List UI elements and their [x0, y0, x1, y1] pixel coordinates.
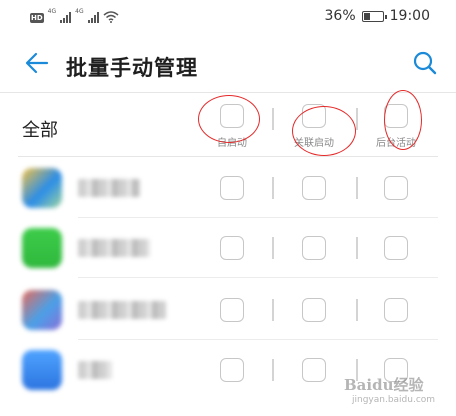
background-activity-checkbox[interactable]	[384, 236, 408, 260]
status-left: HD 4G 4G	[30, 9, 119, 23]
column-background-activity: 后台活动	[356, 104, 436, 149]
column-label-auto-launch: 自启动	[217, 138, 247, 149]
search-icon[interactable]	[412, 50, 438, 76]
app-row[interactable]	[0, 158, 456, 218]
auto-launch-checkbox[interactable]	[220, 298, 244, 322]
app-name-redacted	[78, 361, 112, 379]
battery-percent: 36%	[324, 8, 356, 24]
associated-launch-checkbox[interactable]	[302, 236, 326, 260]
column-label-background-activity: 后台活动	[376, 138, 416, 149]
associated-launch-checkbox[interactable]	[302, 176, 326, 200]
auto-launch-checkbox[interactable]	[220, 358, 244, 382]
app-icon	[22, 350, 62, 390]
app-icon	[22, 290, 62, 330]
wifi-icon	[103, 11, 119, 23]
page-title: 批量手动管理	[66, 56, 198, 80]
all-label: 全部	[22, 120, 58, 141]
column-label-associated-launch: 关联启动	[294, 138, 334, 149]
background-activity-checkbox[interactable]	[384, 298, 408, 322]
select-all-background-activity-checkbox[interactable]	[384, 104, 408, 128]
watermark-text: Baidu经验	[344, 376, 424, 394]
select-all-associated-launch-checkbox[interactable]	[302, 104, 326, 128]
column-separator	[272, 359, 274, 381]
header-divider	[0, 92, 456, 93]
column-separator	[272, 237, 274, 259]
app-name-redacted	[78, 239, 150, 257]
clock: 19:00	[389, 8, 430, 24]
associated-launch-checkbox[interactable]	[302, 298, 326, 322]
app-header: 批量手动管理	[0, 40, 456, 92]
column-separator	[356, 237, 358, 259]
section-divider	[18, 156, 438, 157]
signal-bars-icon	[60, 11, 72, 23]
app-icon	[22, 168, 62, 208]
status-right: 36% 19:00	[325, 8, 430, 24]
watermark: Baidu经验 jingyan.baidu.com	[344, 374, 435, 405]
arrow-left-icon[interactable]	[24, 50, 50, 76]
watermark-sub: jingyan.baidu.com	[352, 395, 436, 405]
auto-launch-checkbox[interactable]	[220, 176, 244, 200]
app-icon	[22, 228, 62, 268]
app-row[interactable]	[0, 218, 456, 278]
sim2-network-label: 4G	[75, 8, 84, 15]
column-associated-launch: 关联启动	[274, 104, 354, 149]
associated-launch-checkbox[interactable]	[302, 358, 326, 382]
column-auto-launch: 自启动	[192, 104, 272, 149]
row-divider	[78, 277, 438, 278]
column-separator	[356, 177, 358, 199]
app-row[interactable]	[0, 280, 456, 340]
background-activity-checkbox[interactable]	[384, 176, 408, 200]
column-separator	[272, 177, 274, 199]
select-all-auto-launch-checkbox[interactable]	[220, 104, 244, 128]
auto-launch-checkbox[interactable]	[220, 236, 244, 260]
column-separator	[272, 299, 274, 321]
battery-icon	[361, 10, 387, 22]
status-bar: HD 4G 4G 36% 19:00	[0, 0, 456, 34]
hd-badge: HD	[30, 13, 44, 23]
app-name-redacted	[78, 301, 166, 319]
app-name-redacted	[78, 179, 140, 197]
signal-bars-icon	[87, 11, 99, 23]
sim1-network-label: 4G	[47, 8, 57, 15]
column-separator	[356, 299, 358, 321]
